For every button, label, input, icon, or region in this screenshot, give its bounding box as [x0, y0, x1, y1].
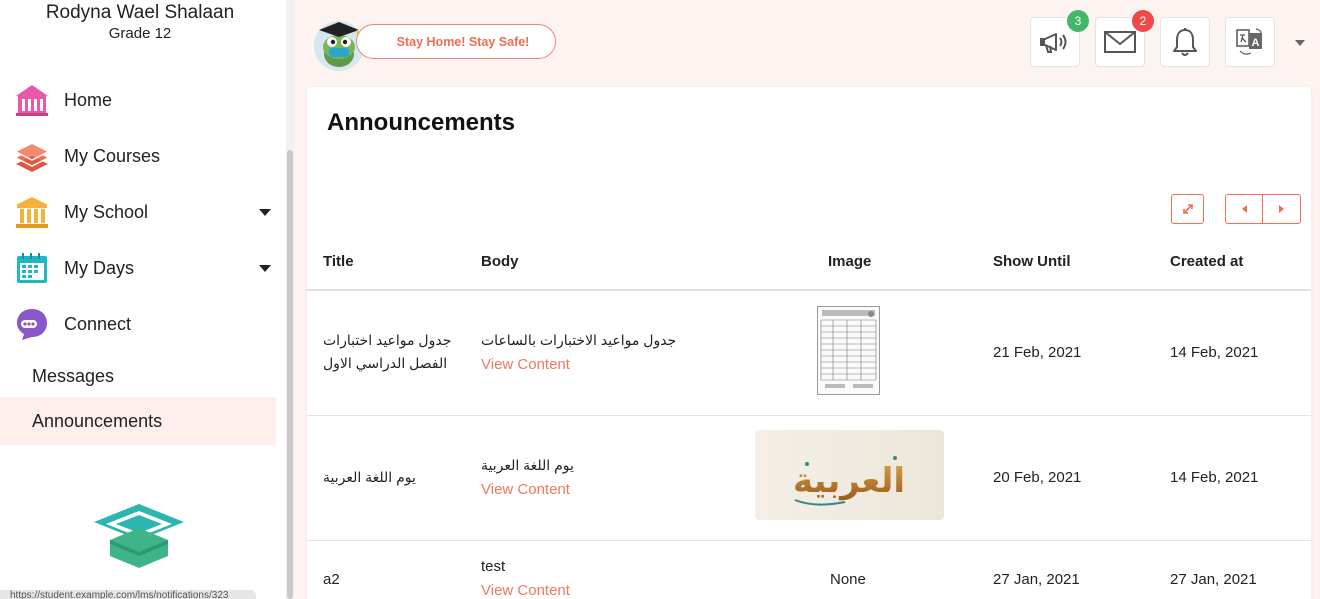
messages-button[interactable]: 2 [1095, 10, 1154, 67]
schedule-document-thumbnail[interactable] [817, 306, 880, 395]
column-header-image: Image [828, 253, 872, 270]
user-grade: Grade 12 [108, 25, 172, 42]
view-content-link[interactable]: View Content [481, 481, 570, 498]
user-menu-chevron-icon[interactable] [1295, 40, 1305, 46]
row-body: جدول مواعيد الاختبارات بالساعات [481, 332, 677, 348]
chevron-down-icon[interactable] [259, 264, 271, 272]
table-header-divider [307, 289, 1311, 291]
column-header-title: Title [323, 253, 354, 270]
sidebar-item-label: Home [64, 89, 113, 110]
column-header-body: Body [481, 253, 519, 270]
sidebar-item-my-school[interactable]: My School [0, 184, 280, 240]
announcements-button[interactable]: 3 [1030, 10, 1089, 67]
status-bar-url: https://student.example.com/lms/notifica… [0, 590, 256, 599]
row-title: a2 [323, 571, 340, 588]
sidebar: Rodyna Wael Shalaan Grade 12 Home My Cou… [0, 0, 286, 599]
chevron-down-icon[interactable] [259, 208, 271, 216]
chevron-left-icon [1241, 205, 1247, 213]
sidebar-item-label: My Courses [64, 145, 161, 166]
megaphone-icon [1040, 33, 1067, 53]
sidebar-item-label: My Days [64, 257, 135, 278]
row-created-at: 14 Feb, 2021 [1170, 344, 1259, 361]
expand-button[interactable] [1171, 194, 1204, 224]
notifications-button[interactable] [1160, 17, 1210, 67]
sidebar-subitem-label: Announcements [32, 410, 163, 431]
chevron-right-icon [1279, 205, 1284, 213]
user-name: Rodyna Wael Shalaan [45, 2, 235, 23]
books-icon [15, 144, 49, 172]
pagination-control [1225, 194, 1301, 224]
calendar-icon [17, 253, 47, 283]
row-body: يوم اللغة العربية [481, 457, 574, 473]
row-divider [307, 415, 1311, 416]
expand-icon [1182, 204, 1193, 214]
row-divider [307, 540, 1311, 541]
row-created-at: 27 Jan, 2021 [1170, 571, 1257, 588]
page-title: Announcements [327, 109, 516, 136]
arabic-calligraphy-thumbnail[interactable]: العربية [755, 430, 944, 520]
stay-safe-banner: Stay Home! Stay Safe! [356, 24, 556, 59]
chat-bubble-icon [17, 309, 47, 340]
sidebar-item-my-days[interactable]: My Days [0, 240, 280, 296]
sidebar-item-home[interactable]: Home [0, 72, 280, 128]
view-content-link[interactable]: View Content [481, 582, 570, 599]
row-title: جدول مواعيد اختبارات الفصل الدراسي الاول [323, 332, 452, 371]
sidebar-subitem-announcements[interactable]: Announcements [0, 397, 276, 445]
row-title: يوم اللغة العربية [323, 469, 416, 485]
column-header-created-at: Created at [1170, 253, 1244, 270]
brand-logo-icon [94, 504, 184, 568]
banner-text: Stay Home! Stay Safe! [396, 34, 530, 49]
sidebar-item-label: My School [64, 201, 149, 222]
row-show-until: 27 Jan, 2021 [993, 571, 1080, 588]
row-show-until: 20 Feb, 2021 [993, 469, 1082, 486]
sidebar-scrollbar-thumb[interactable] [287, 150, 293, 599]
previous-page-button[interactable] [1226, 195, 1263, 223]
envelope-icon [1104, 31, 1136, 53]
calligraphy-text: العربية [793, 461, 905, 501]
sidebar-item-connect[interactable]: Connect [0, 296, 280, 352]
row-show-until: 21 Feb, 2021 [993, 344, 1082, 361]
messages-badge: 2 [1132, 10, 1154, 32]
announcements-badge: 3 [1067, 10, 1089, 32]
institution-icon [16, 197, 48, 228]
svg-text:A: A [1252, 37, 1260, 49]
sidebar-item-my-courses[interactable]: My Courses [0, 128, 280, 184]
view-content-link[interactable]: View Content [481, 356, 570, 373]
language-button[interactable]: A [1225, 17, 1275, 67]
sidebar-item-label: Connect [64, 313, 132, 334]
sidebar-subitem-messages[interactable]: Messages [0, 352, 276, 400]
column-header-show-until: Show Until [993, 253, 1071, 270]
announcements-card: Announcements Title Body Image Show Unti… [307, 87, 1311, 599]
row-body: test [481, 558, 506, 575]
row-image-none: None [830, 571, 866, 588]
sidebar-subitem-label: Messages [32, 365, 115, 386]
school-building-icon [16, 85, 48, 116]
row-created-at: 14 Feb, 2021 [1170, 469, 1259, 486]
bell-icon [1173, 28, 1197, 56]
translate-icon: A [1236, 28, 1262, 55]
next-page-button[interactable] [1263, 195, 1300, 223]
